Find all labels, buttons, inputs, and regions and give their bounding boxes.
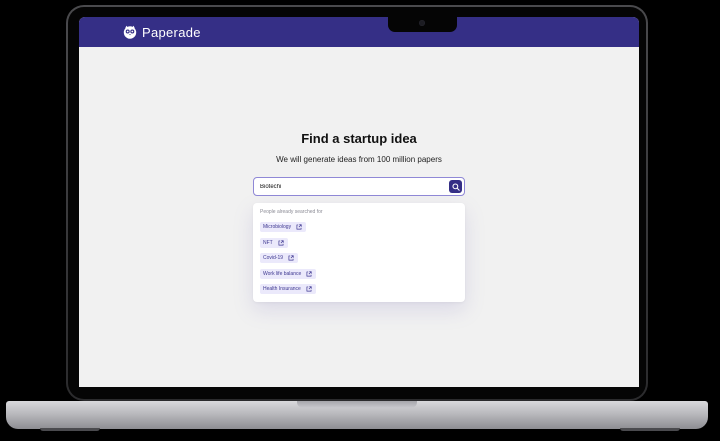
camera-notch (388, 17, 457, 32)
laptop-base (6, 401, 708, 429)
external-link-icon (296, 224, 302, 230)
lid-opening-notch (297, 401, 417, 408)
suggestion-label: Microbiology (263, 224, 292, 230)
external-link-icon (306, 286, 312, 292)
laptop-lid: Paperade Find a startup idea We will gen… (66, 5, 648, 401)
owl-logo-icon (123, 25, 137, 39)
suggestion-chip[interactable]: Health Insurance (260, 284, 316, 294)
screen-bezel: Paperade Find a startup idea We will gen… (68, 7, 646, 399)
suggestion-label: Health Insurance (263, 286, 301, 292)
search-input[interactable] (260, 178, 440, 195)
page-title: Find a startup idea (301, 131, 417, 146)
app-screen: Paperade Find a startup idea We will gen… (79, 17, 639, 387)
app-name: Paperade (142, 24, 201, 40)
suggestion-chip[interactable]: NFT (260, 238, 288, 248)
external-link-icon (306, 271, 312, 277)
suggestion-chip[interactable]: Work life balance (260, 269, 317, 279)
suggestion-chip[interactable]: Microbiology (260, 222, 307, 232)
laptop-mockup: Paperade Find a startup idea We will gen… (0, 0, 720, 441)
external-link-icon (278, 240, 284, 246)
app-logo[interactable]: Paperade (122, 24, 201, 40)
page-subtitle: We will generate ideas from 100 million … (276, 155, 442, 164)
app-header: Paperade (79, 17, 639, 47)
suggestion-label: NFT (263, 240, 273, 246)
search-button[interactable] (449, 180, 462, 193)
suggestion-label: Covid-19 (263, 255, 284, 261)
search-icon (451, 182, 460, 191)
laptop-foot-right (620, 428, 680, 431)
suggestion-chip[interactable]: Covid-19 (260, 253, 299, 263)
suggestions-dropdown: People already searched for Microbiology… (253, 203, 465, 302)
camera-icon (419, 20, 425, 26)
suggestion-label: Work life balance (263, 271, 302, 277)
external-link-icon (288, 255, 294, 261)
search-box (253, 177, 465, 196)
laptop-foot-left (40, 428, 100, 431)
suggestions-caption: People already searched for (260, 209, 323, 215)
